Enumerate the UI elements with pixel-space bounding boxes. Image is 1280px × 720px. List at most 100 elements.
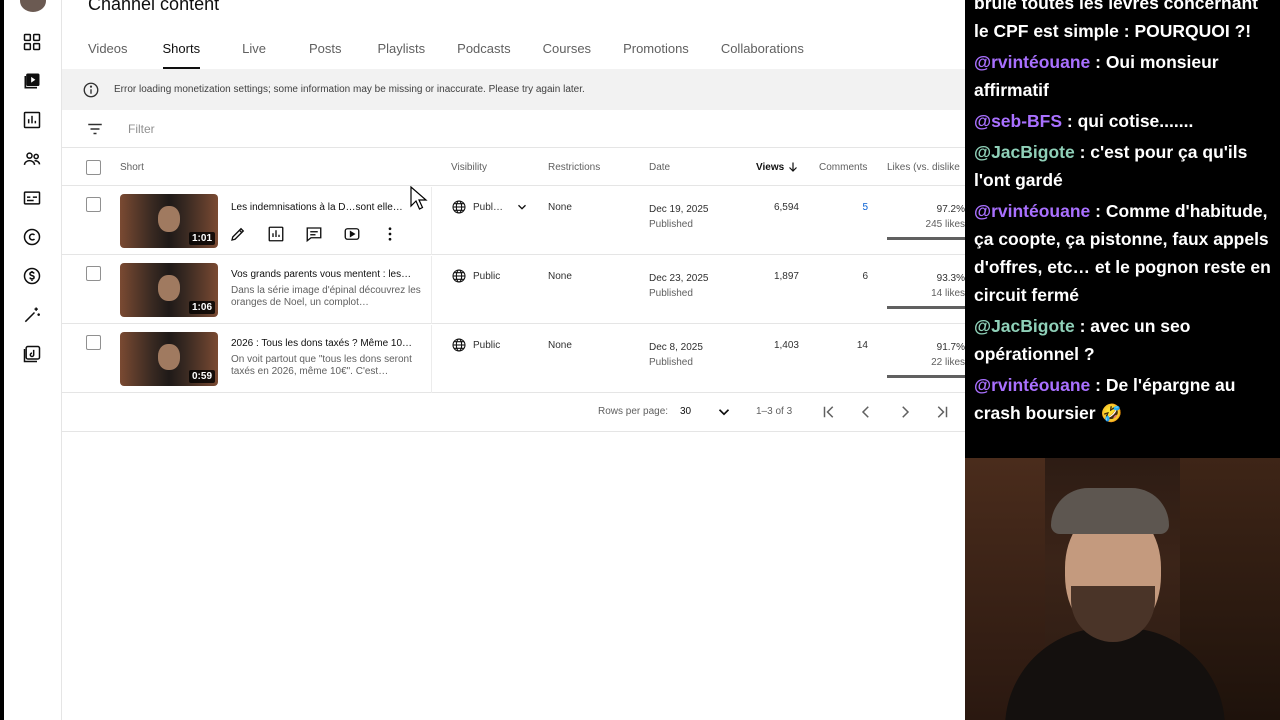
tab-courses[interactable]: Courses bbox=[543, 38, 591, 69]
row-checkbox[interactable] bbox=[86, 266, 101, 281]
chevron-right-icon bbox=[902, 406, 910, 418]
tab-collaborations[interactable]: Collaborations bbox=[721, 38, 804, 69]
view-on-youtube-button[interactable] bbox=[343, 223, 381, 245]
likes-count: 14 likes bbox=[931, 288, 965, 299]
visibility-label: Public bbox=[473, 339, 501, 351]
chevron-down-icon bbox=[518, 204, 526, 210]
options-button[interactable] bbox=[381, 223, 419, 245]
content-icon[interactable] bbox=[21, 70, 43, 92]
row-checkbox[interactable] bbox=[86, 335, 101, 350]
comments-value[interactable]: 5 bbox=[822, 202, 868, 213]
visibility-dropdown[interactable]: Public bbox=[451, 268, 500, 284]
earn-icon[interactable] bbox=[21, 265, 43, 287]
video-title[interactable]: Vos grands parents vous mentent : les… bbox=[231, 269, 419, 280]
video-description: Dans la série image d'épinal découvrez l… bbox=[231, 285, 421, 308]
youtube-studio: Channel content Videos Shorts Live Posts… bbox=[4, 0, 965, 720]
dashboard-icon[interactable] bbox=[21, 31, 43, 53]
analytics-button[interactable] bbox=[267, 223, 305, 245]
col-short: Short bbox=[120, 162, 144, 173]
chat-message: brule toutes les lèvres concernant le CP… bbox=[974, 0, 1272, 45]
rows-per-page-label: Rows per page: bbox=[598, 406, 669, 417]
likes-bar bbox=[887, 237, 965, 240]
col-visibility[interactable]: Visibility bbox=[451, 162, 487, 173]
rows-per-page-value[interactable]: 30 bbox=[680, 406, 691, 417]
tab-podcasts[interactable]: Podcasts bbox=[457, 38, 510, 69]
tab-playlists[interactable]: Playlists bbox=[377, 38, 425, 69]
filter-icon[interactable] bbox=[86, 120, 104, 138]
video-title[interactable]: Les indemnisations à la D…sont elle… bbox=[231, 202, 419, 213]
video-thumbnail[interactable]: 1:01 bbox=[120, 194, 218, 248]
thumbnail-face bbox=[158, 206, 180, 232]
video-title[interactable]: 2026 : Tous les dons taxés ? Même 10… bbox=[231, 338, 419, 349]
last-page-button[interactable] bbox=[933, 403, 951, 421]
analytics-icon[interactable] bbox=[21, 109, 43, 131]
tab-promotions[interactable]: Promotions bbox=[623, 38, 689, 69]
visibility-label: Publ… bbox=[473, 201, 504, 213]
column-divider bbox=[431, 187, 432, 255]
tab-posts[interactable]: Posts bbox=[309, 38, 342, 69]
visibility-dropdown[interactable]: Publ… bbox=[451, 199, 529, 215]
date-value: Dec 8, 2025 bbox=[649, 342, 703, 353]
tab-videos[interactable]: Videos bbox=[88, 38, 128, 69]
likes-count: 245 likes bbox=[925, 219, 965, 230]
tab-live[interactable]: Live bbox=[242, 38, 266, 69]
restrictions-value: None bbox=[548, 340, 572, 351]
pagination: Rows per page: 30 1–3 of 3 bbox=[62, 393, 965, 432]
customization-icon[interactable] bbox=[21, 304, 43, 326]
row-checkbox[interactable] bbox=[86, 197, 101, 212]
edit-button[interactable] bbox=[229, 223, 267, 245]
date-value: Dec 23, 2025 bbox=[649, 273, 709, 284]
thumbnail-face bbox=[158, 344, 180, 370]
chevron-left-icon bbox=[861, 406, 869, 418]
audio-library-icon[interactable] bbox=[21, 343, 43, 365]
col-views[interactable]: Views bbox=[756, 162, 784, 173]
first-page-button[interactable] bbox=[820, 403, 838, 421]
avatar[interactable] bbox=[20, 0, 46, 12]
globe-icon bbox=[452, 200, 466, 214]
streamer-cap bbox=[1051, 488, 1169, 534]
comments-button[interactable] bbox=[305, 223, 343, 245]
likes-percent: 97.2% bbox=[936, 204, 965, 215]
tab-shorts[interactable]: Shorts bbox=[162, 38, 200, 69]
chat-text: : qui cotise....... bbox=[1062, 111, 1194, 131]
last-page-icon bbox=[937, 406, 948, 418]
restrictions-value: None bbox=[548, 271, 572, 282]
community-icon[interactable] bbox=[21, 148, 43, 170]
likes-bar bbox=[887, 375, 965, 378]
col-likes[interactable]: Likes (vs. dislike bbox=[887, 162, 965, 173]
date-cell: Dec 23, 2025 Published bbox=[649, 271, 709, 301]
likes-cell: 97.2% 245 likes bbox=[887, 202, 965, 232]
table-row[interactable]: 1:06 Vos grands parents vous mentent : l… bbox=[62, 256, 965, 324]
globe-icon bbox=[452, 338, 466, 352]
chat-username: @JacBigote bbox=[974, 316, 1075, 336]
likes-bar bbox=[887, 306, 965, 309]
table-row[interactable]: 0:59 2026 : Tous les dons taxés ? Même 1… bbox=[62, 325, 965, 393]
likes-cell: 93.3% 14 likes bbox=[887, 271, 965, 301]
chat-username: @rvintéouane bbox=[974, 52, 1091, 72]
copyright-icon[interactable] bbox=[21, 226, 43, 248]
prev-page-button[interactable] bbox=[857, 403, 875, 421]
likes-percent: 91.7% bbox=[936, 342, 965, 353]
select-all-checkbox[interactable] bbox=[86, 160, 101, 175]
likes-percent: 93.3% bbox=[936, 273, 965, 284]
chat-username: @seb-BFS bbox=[974, 111, 1063, 131]
publish-status: Published bbox=[649, 288, 693, 299]
table-row[interactable]: 1:01 Les indemnisations à la D…sont elle… bbox=[62, 187, 965, 255]
col-date[interactable]: Date bbox=[649, 162, 670, 173]
col-restrictions[interactable]: Restrictions bbox=[548, 162, 600, 173]
filter-input[interactable] bbox=[128, 119, 428, 139]
table-header: Short Visibility Restrictions Date Views… bbox=[62, 148, 965, 186]
side-rail bbox=[4, 0, 62, 720]
video-thumbnail[interactable]: 0:59 bbox=[120, 332, 218, 386]
subtitles-icon[interactable] bbox=[21, 187, 43, 209]
publish-status: Published bbox=[649, 357, 693, 368]
next-page-button[interactable] bbox=[896, 403, 914, 421]
video-thumbnail[interactable]: 1:06 bbox=[120, 263, 218, 317]
col-comments[interactable]: Comments bbox=[819, 162, 867, 173]
chat-message: @seb-BFS : qui cotise....... bbox=[974, 107, 1272, 135]
date-cell: Dec 8, 2025 Published bbox=[649, 340, 703, 370]
views-value: 1,403 bbox=[773, 340, 799, 351]
visibility-dropdown[interactable]: Public bbox=[451, 337, 500, 353]
sort-down-icon[interactable] bbox=[787, 161, 799, 173]
rows-per-page-dropdown[interactable] bbox=[715, 403, 733, 421]
